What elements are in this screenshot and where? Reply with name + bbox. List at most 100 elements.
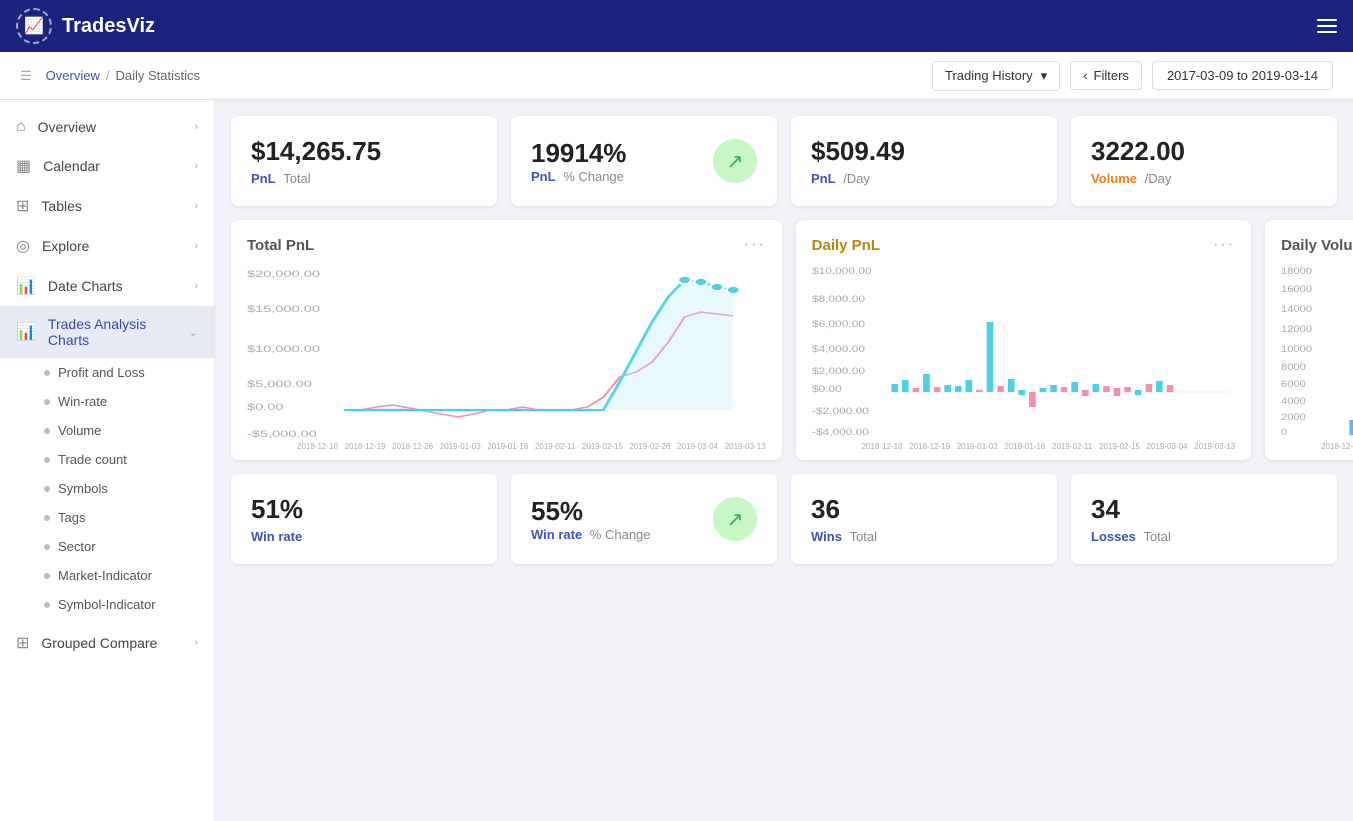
hamburger-icon[interactable]: [1317, 19, 1337, 33]
svg-text:$8,000.00: $8,000.00: [812, 294, 865, 304]
svg-text:6000: 6000: [1281, 380, 1306, 390]
chevron-right-icon: ›: [194, 637, 198, 649]
trend-up-icon: ↗: [713, 139, 757, 183]
breadcrumb-separator: /: [106, 68, 110, 83]
stat-card-win-rate: 51% Win rate: [231, 474, 497, 564]
sidebar-item-overview[interactable]: ⌂ Overview ›: [0, 108, 214, 146]
sidebar-subitem-symbols[interactable]: Symbols: [0, 474, 214, 503]
chart-body-total-pnl: $20,000.00 $15,000.00 $10,000.00 $5,000.…: [247, 262, 766, 451]
logo-icon: 📈: [16, 8, 52, 44]
wins-total-label: Wins Total: [811, 529, 1037, 544]
chart-menu-total-pnl[interactable]: ···: [744, 236, 766, 254]
chart-title-total-pnl: Total PnL: [247, 237, 314, 254]
filter-icon: ‹: [1083, 68, 1087, 83]
svg-text:14000: 14000: [1281, 305, 1312, 315]
sidebar-subitem-sector[interactable]: Sector: [0, 532, 214, 561]
dot-icon: [44, 486, 50, 492]
chart-body-daily-volume: 18000 16000 14000 12000 10000 8000 6000 …: [1281, 262, 1353, 451]
stat-card-pnl-total: $14,265.75 PnL Total: [231, 116, 497, 206]
main-layout: ⌂ Overview › ▦ Calendar › ⊞ Tables › ◎ E…: [0, 100, 1353, 821]
svg-text:$10,000.00: $10,000.00: [247, 344, 320, 354]
svg-text:16000: 16000: [1281, 285, 1312, 295]
calendar-icon: ▦: [16, 156, 31, 176]
svg-text:$15,000.00: $15,000.00: [247, 304, 320, 314]
svg-text:$0.00: $0.00: [812, 384, 842, 394]
dot-icon: [44, 602, 50, 608]
analysis-icon: 📊: [16, 322, 36, 342]
breadcrumb-home[interactable]: Overview: [46, 68, 100, 83]
chart-title-daily-pnl: Daily PnL: [812, 237, 880, 254]
sidebar-subitem-profit-loss[interactable]: Profit and Loss: [0, 358, 214, 387]
sidebar: ⌂ Overview › ▦ Calendar › ⊞ Tables › ◎ E…: [0, 100, 215, 821]
breadcrumb: ☰ Overview / Daily Statistics: [20, 68, 200, 84]
win-rate-change-value: 55%: [531, 496, 651, 527]
svg-text:$6,000.00: $6,000.00: [812, 319, 865, 329]
svg-text:0: 0: [1281, 428, 1288, 438]
subheader: ☰ Overview / Daily Statistics Trading Hi…: [0, 52, 1353, 100]
dot-icon: [44, 515, 50, 521]
sidebar-item-calendar[interactable]: ▦ Calendar ›: [0, 146, 214, 186]
bar-chart-icon: 📊: [16, 276, 36, 296]
date-range-button[interactable]: 2017-03-09 to 2019-03-14: [1152, 61, 1333, 90]
chart-body-daily-pnl: $10,000.00 $8,000.00 $6,000.00 $4,000.00…: [812, 262, 1235, 451]
hamburger-small-icon[interactable]: ☰: [20, 68, 32, 84]
chart-card-daily-volume: Daily Volume ··· 18000 16000 14000 12000…: [1265, 220, 1353, 460]
svg-text:12000: 12000: [1281, 325, 1312, 335]
bottom-stats-row: 51% Win rate 55% Win rate % Change ↗: [231, 474, 1337, 564]
svg-text:$10,000.00: $10,000.00: [812, 266, 872, 276]
trading-history-dropdown[interactable]: Trading History ▾: [932, 61, 1060, 91]
stat-card-win-rate-change: 55% Win rate % Change ↗: [511, 474, 777, 564]
dot-icon: [44, 399, 50, 405]
sidebar-subitem-win-rate[interactable]: Win-rate: [0, 387, 214, 416]
win-rate-value: 51%: [251, 494, 477, 525]
tables-icon: ⊞: [16, 196, 29, 216]
chart-menu-daily-pnl[interactable]: ···: [1213, 236, 1235, 254]
chart-card-daily-pnl: Daily PnL ··· $10,000.00 $8,000.00 $6,00…: [796, 220, 1251, 460]
explore-icon: ◎: [16, 236, 30, 256]
dot-icon: [44, 573, 50, 579]
win-rate-label: Win rate: [251, 529, 477, 544]
svg-text:$2,000.00: $2,000.00: [812, 366, 865, 376]
sidebar-subitem-tags[interactable]: Tags: [0, 503, 214, 532]
sidebar-subitem-trade-count[interactable]: Trade count: [0, 445, 214, 474]
pnl-change-label: PnL % Change: [531, 169, 626, 184]
sidebar-item-grouped-compare[interactable]: ⊞ Grouped Compare ›: [0, 623, 214, 663]
sidebar-subitem-market-indicator[interactable]: Market-Indicator: [0, 561, 214, 590]
sidebar-item-trades-analysis[interactable]: 📊 Trades Analysis Charts ⌄: [0, 306, 214, 358]
pnl-day-value: $509.49: [811, 136, 1037, 167]
chevron-right-icon: ›: [194, 160, 198, 172]
chevron-down-icon: ▾: [1041, 68, 1048, 84]
home-icon: ⌂: [16, 118, 26, 136]
logo: 📈 TradesViz: [16, 8, 155, 44]
sidebar-subitem-volume[interactable]: Volume: [0, 416, 214, 445]
x-axis-labels-total-pnl: 2018-12-10 2018-12-19 2018-12-26 2019-01…: [247, 442, 766, 451]
svg-text:2000: 2000: [1281, 413, 1306, 423]
filters-button[interactable]: ‹ Filters: [1070, 61, 1142, 90]
dot-icon: [44, 370, 50, 376]
sidebar-item-date-charts[interactable]: 📊 Date Charts ›: [0, 266, 214, 306]
subheader-controls: Trading History ▾ ‹ Filters 2017-03-09 t…: [932, 61, 1333, 91]
svg-text:$4,000.00: $4,000.00: [812, 344, 865, 354]
chevron-down-icon: ⌄: [189, 326, 198, 339]
stat-card-wins-total: 36 Wins Total: [791, 474, 1057, 564]
svg-text:$0.00: $0.00: [247, 402, 284, 412]
svg-text:4000: 4000: [1281, 397, 1306, 407]
chevron-right-icon: ›: [194, 280, 198, 292]
sidebar-item-tables[interactable]: ⊞ Tables ›: [0, 186, 214, 226]
svg-text:$20,000.00: $20,000.00: [247, 269, 320, 279]
navbar: 📈 TradesViz: [0, 0, 1353, 52]
pnl-total-label: PnL Total: [251, 171, 477, 186]
dot-icon: [44, 428, 50, 434]
chevron-right-icon: ›: [194, 121, 198, 133]
pnl-day-label: PnL /Day: [811, 171, 1037, 186]
grouped-icon: ⊞: [16, 633, 29, 653]
stat-card-pnl-day: $509.49 PnL /Day: [791, 116, 1057, 206]
trend-up-icon-2: ↗: [713, 497, 757, 541]
stat-card-pnl-change: 19914% PnL % Change ↗: [511, 116, 777, 206]
svg-text:8000: 8000: [1281, 363, 1306, 373]
stat-card-losses-total: 34 Losses Total: [1071, 474, 1337, 564]
svg-text:18000: 18000: [1281, 267, 1312, 277]
chevron-right-icon: ›: [194, 200, 198, 212]
sidebar-item-explore[interactable]: ◎ Explore ›: [0, 226, 214, 266]
sidebar-subitem-symbol-indicator[interactable]: Symbol-Indicator: [0, 590, 214, 619]
